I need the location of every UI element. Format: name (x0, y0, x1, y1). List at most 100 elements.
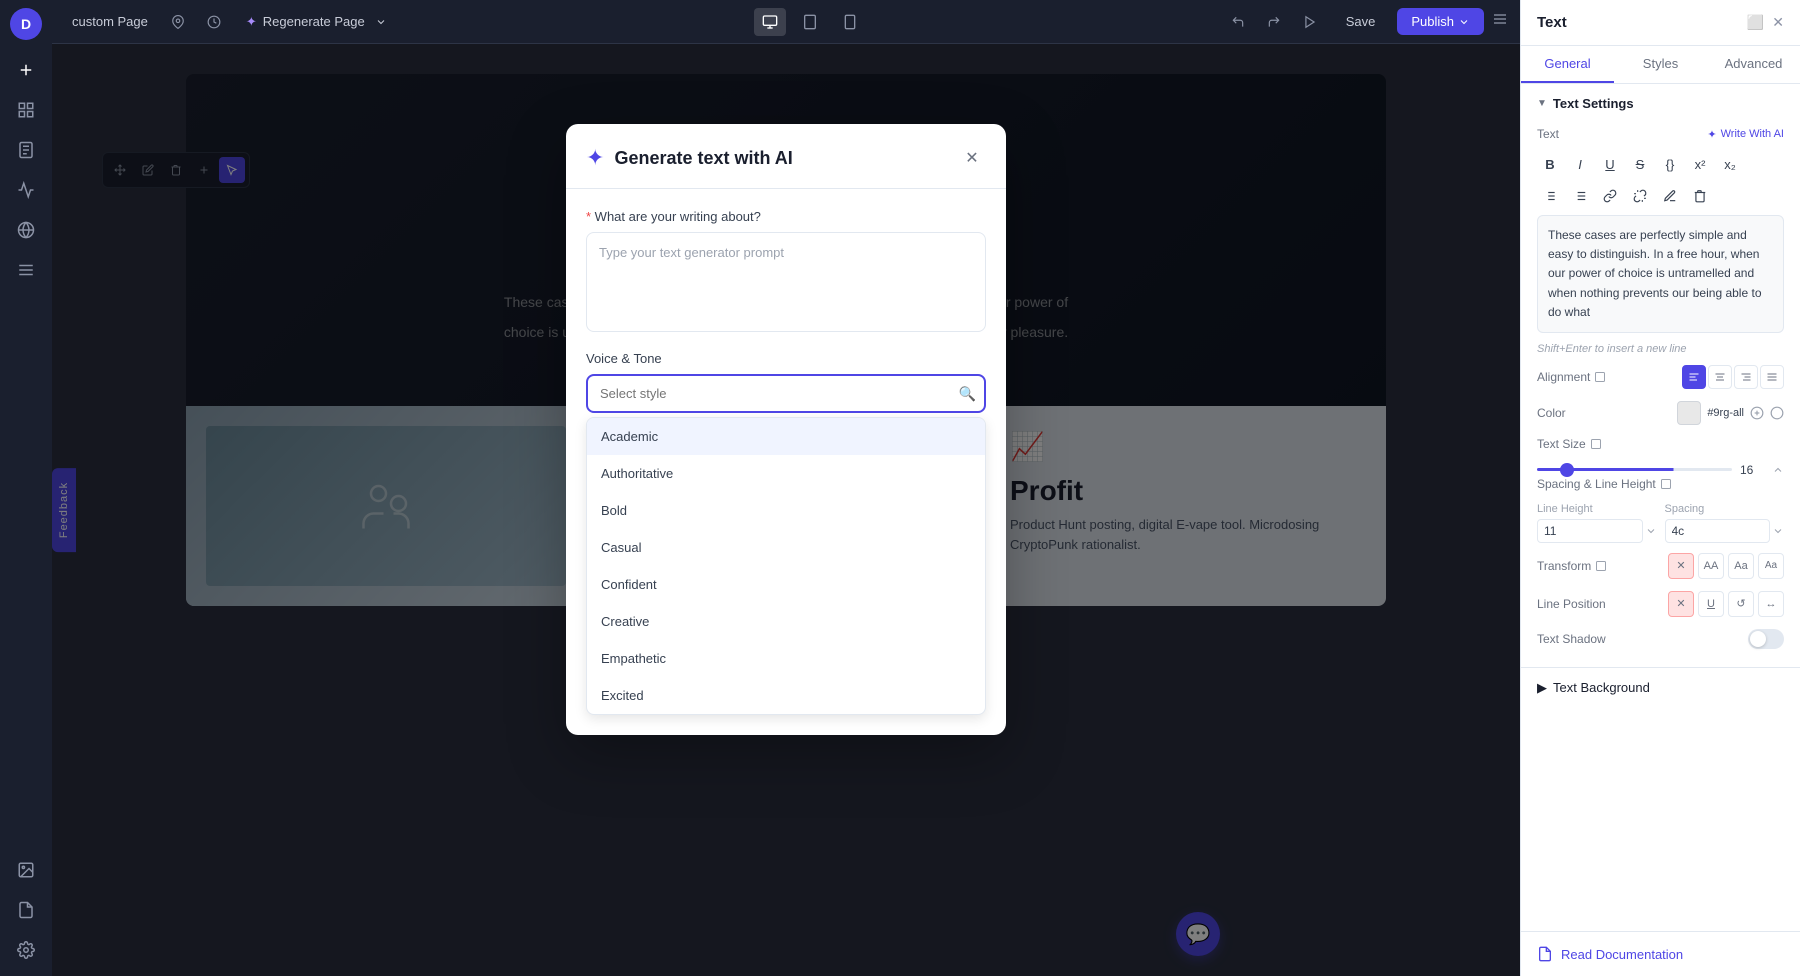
text-background-section[interactable]: ▶ Text Background (1521, 667, 1800, 708)
line-height-down-icon[interactable] (1645, 525, 1657, 537)
sidebar-item-forms[interactable] (8, 892, 44, 928)
option-excited[interactable]: Excited (587, 677, 985, 714)
write-ai-button[interactable]: ✦ Write With AI (1707, 128, 1784, 141)
text-shadow-row: Text Shadow (1537, 629, 1784, 649)
transform-capitalize-btn[interactable]: Aa (1728, 553, 1754, 579)
option-academic[interactable]: Academic (587, 418, 985, 455)
read-docs-label: Read Documentation (1561, 947, 1683, 962)
tab-styles[interactable]: Styles (1614, 46, 1707, 83)
menu-icon[interactable] (1492, 11, 1508, 32)
option-creative[interactable]: Creative (587, 603, 985, 640)
color-picker-icon[interactable] (1750, 406, 1764, 420)
option-authoritative[interactable]: Authoritative (587, 455, 985, 492)
transform-none-btn[interactable]: ✕ (1668, 553, 1694, 579)
italic-button[interactable]: I (1567, 151, 1593, 177)
sidebar-item-add[interactable] (8, 52, 44, 88)
align-justify-btn[interactable] (1760, 365, 1784, 389)
color-options-icon[interactable] (1770, 406, 1784, 420)
modal-title: Generate text with AI (614, 148, 948, 169)
text-size-row: Text Size (1537, 437, 1784, 451)
size-stepper-icon[interactable] (1772, 464, 1784, 476)
sidebar-item-global[interactable] (8, 212, 44, 248)
line-pos-underline-btn[interactable]: U (1698, 591, 1724, 617)
pin-icon[interactable] (164, 8, 192, 36)
code-button[interactable]: {} (1657, 151, 1683, 177)
align-right-btn[interactable] (1734, 365, 1758, 389)
mobile-view-btn[interactable] (834, 8, 866, 36)
publish-button[interactable]: Publish (1397, 8, 1484, 35)
text-settings-body: Text ✦ Write With AI B I U S {} x² x₂ (1521, 119, 1800, 667)
line-height-input[interactable] (1537, 519, 1643, 543)
transform-lowercase-btn[interactable]: Aa (1758, 553, 1784, 579)
docs-icon (1537, 946, 1553, 962)
sidebar-item-nav[interactable] (8, 252, 44, 288)
transform-row: Transform ✕ AA Aa Aa (1537, 553, 1784, 579)
voice-tone-dropdown: Academic Authoritative Bold Casual Confi… (586, 417, 986, 715)
writing-textarea[interactable] (586, 232, 986, 332)
panel-header-icons: ⬜ ✕ (1747, 14, 1784, 31)
unlink-button[interactable] (1627, 183, 1653, 209)
size-slider-container (1537, 468, 1732, 471)
logo[interactable]: D (10, 8, 42, 40)
color-hex-value[interactable]: #9rg-all (1707, 407, 1744, 419)
text-settings-label: Text Settings (1553, 96, 1634, 111)
tab-advanced[interactable]: Advanced (1707, 46, 1800, 83)
regenerate-btn[interactable]: ✦ Regenerate Page (236, 10, 397, 34)
history-icon[interactable] (200, 8, 228, 36)
option-casual[interactable]: Casual (587, 529, 985, 566)
line-pos-through-btn[interactable]: ↔ (1758, 591, 1784, 617)
subscript-button[interactable]: x₂ (1717, 151, 1743, 177)
option-bold[interactable]: Bold (587, 492, 985, 529)
sidebar-item-settings[interactable] (8, 932, 44, 968)
align-left-btn[interactable] (1682, 365, 1706, 389)
sidebar-item-page[interactable] (8, 132, 44, 168)
size-slider[interactable] (1537, 468, 1732, 471)
size-value[interactable]: 16 (1740, 463, 1764, 477)
option-confident[interactable]: Confident (587, 566, 985, 603)
line-pos-overline-btn[interactable]: ↺ (1728, 591, 1754, 617)
text-preview[interactable]: These cases are perfectly simple and eas… (1537, 215, 1784, 333)
spacing-down-icon[interactable] (1772, 525, 1784, 537)
clear-format-button[interactable] (1687, 183, 1713, 209)
panel-body: ▼ Text Settings Text ✦ Write With AI B I… (1521, 84, 1800, 931)
line-pos-none-btn[interactable]: ✕ (1668, 591, 1694, 617)
page-name[interactable]: custom Page (64, 10, 156, 33)
text-shadow-toggle[interactable] (1748, 629, 1784, 649)
link-button[interactable] (1597, 183, 1623, 209)
transform-uppercase-btn[interactable]: AA (1698, 553, 1724, 579)
unordered-list-button[interactable] (1567, 183, 1593, 209)
spacing-input-row (1665, 519, 1785, 543)
tab-general[interactable]: General (1521, 46, 1614, 83)
modal-close-button[interactable]: ✕ (958, 144, 986, 172)
option-empathetic[interactable]: Empathetic (587, 640, 985, 677)
line-position-buttons: ✕ U ↺ ↔ (1668, 591, 1784, 617)
voice-tone-input[interactable] (586, 374, 986, 413)
sidebar-item-grid[interactable] (8, 92, 44, 128)
canvas-area: Feedback (52, 44, 1520, 976)
bold-button[interactable]: B (1537, 151, 1563, 177)
undo-icon[interactable] (1224, 8, 1252, 36)
ordered-list-button[interactable] (1537, 183, 1563, 209)
tablet-view-btn[interactable] (794, 8, 826, 36)
sidebar-item-images[interactable] (8, 852, 44, 888)
color-swatch[interactable] (1677, 401, 1701, 425)
sidebar-item-analytics[interactable] (8, 172, 44, 208)
save-button[interactable]: Save (1332, 8, 1390, 35)
text-settings-section[interactable]: ▼ Text Settings (1521, 84, 1800, 119)
align-center-btn[interactable] (1708, 365, 1732, 389)
transform-buttons: ✕ AA Aa Aa (1668, 553, 1784, 579)
modal-overlay[interactable]: ✦ Generate text with AI ✕ * What are you… (52, 44, 1520, 976)
spacing-input[interactable] (1665, 519, 1771, 543)
play-icon[interactable] (1296, 8, 1324, 36)
read-docs-button[interactable]: Read Documentation (1521, 931, 1800, 976)
panel-close-icon[interactable]: ✕ (1772, 14, 1784, 31)
superscript-button[interactable]: x² (1687, 151, 1713, 177)
redo-icon[interactable] (1260, 8, 1288, 36)
desktop-view-btn[interactable] (754, 8, 786, 36)
pencil-button[interactable] (1657, 183, 1683, 209)
strikethrough-button[interactable]: S (1627, 151, 1653, 177)
panel-copy-icon[interactable]: ⬜ (1747, 14, 1764, 31)
spacing-inputs-row: Line Height Spacing (1537, 503, 1784, 543)
underline-button[interactable]: U (1597, 151, 1623, 177)
modal-body: * What are your writing about? Voice & T… (566, 189, 1006, 735)
